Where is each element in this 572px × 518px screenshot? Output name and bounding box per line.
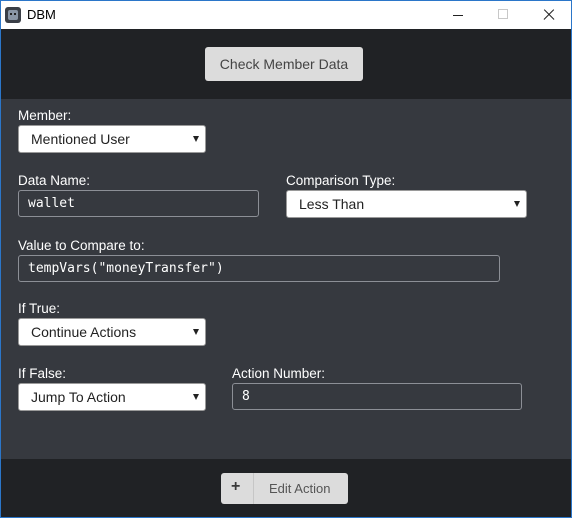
- title-bar: DBM: [1, 1, 571, 29]
- chevron-down-icon: [193, 136, 199, 142]
- comparison-type-label: Comparison Type:: [286, 173, 396, 188]
- maximize-button[interactable]: [481, 1, 527, 29]
- value-to-compare-input[interactable]: tempVars("moneyTransfer"): [18, 255, 500, 282]
- action-form: Member: Mentioned User Data Name: wallet…: [1, 99, 571, 459]
- chevron-down-icon: [193, 329, 199, 335]
- minimize-icon: [453, 15, 463, 16]
- dbm-window: DBM Check Member Data Member: Mentioned …: [0, 0, 572, 518]
- dbm-app-icon: [5, 7, 21, 23]
- data-name-label: Data Name:: [18, 173, 91, 188]
- if-true-select-value: Continue Actions: [31, 324, 137, 340]
- chevron-down-icon: [514, 201, 520, 207]
- member-label: Member:: [18, 108, 72, 123]
- edit-action-label: Edit Action: [269, 481, 331, 496]
- button-divider: [253, 473, 254, 504]
- member-select[interactable]: Mentioned User: [18, 125, 206, 153]
- action-number-label: Action Number:: [232, 366, 326, 381]
- if-true-label: If True:: [18, 301, 61, 316]
- check-member-data-button[interactable]: Check Member Data: [205, 47, 363, 81]
- edit-action-button[interactable]: + Edit Action: [221, 473, 348, 504]
- plus-icon: +: [231, 478, 241, 495]
- if-false-select-value: Jump To Action: [31, 389, 126, 405]
- if-true-select[interactable]: Continue Actions: [18, 318, 206, 346]
- action-header: Check Member Data: [1, 29, 571, 99]
- comparison-type-select[interactable]: Less Than: [286, 190, 527, 218]
- minimize-button[interactable]: [435, 1, 481, 29]
- action-number-input[interactable]: 8: [232, 383, 522, 410]
- comparison-type-select-value: Less Than: [299, 196, 365, 212]
- chevron-down-icon: [193, 394, 199, 400]
- data-name-input[interactable]: wallet: [18, 190, 259, 217]
- maximize-icon: [498, 9, 508, 19]
- close-button[interactable]: [525, 1, 571, 29]
- action-footer: + Edit Action: [1, 459, 571, 517]
- member-select-value: Mentioned User: [31, 131, 130, 147]
- window-title: DBM: [27, 7, 56, 22]
- value-to-compare-label: Value to Compare to:: [18, 238, 145, 253]
- if-false-select[interactable]: Jump To Action: [18, 383, 206, 411]
- if-false-label: If False:: [18, 366, 67, 381]
